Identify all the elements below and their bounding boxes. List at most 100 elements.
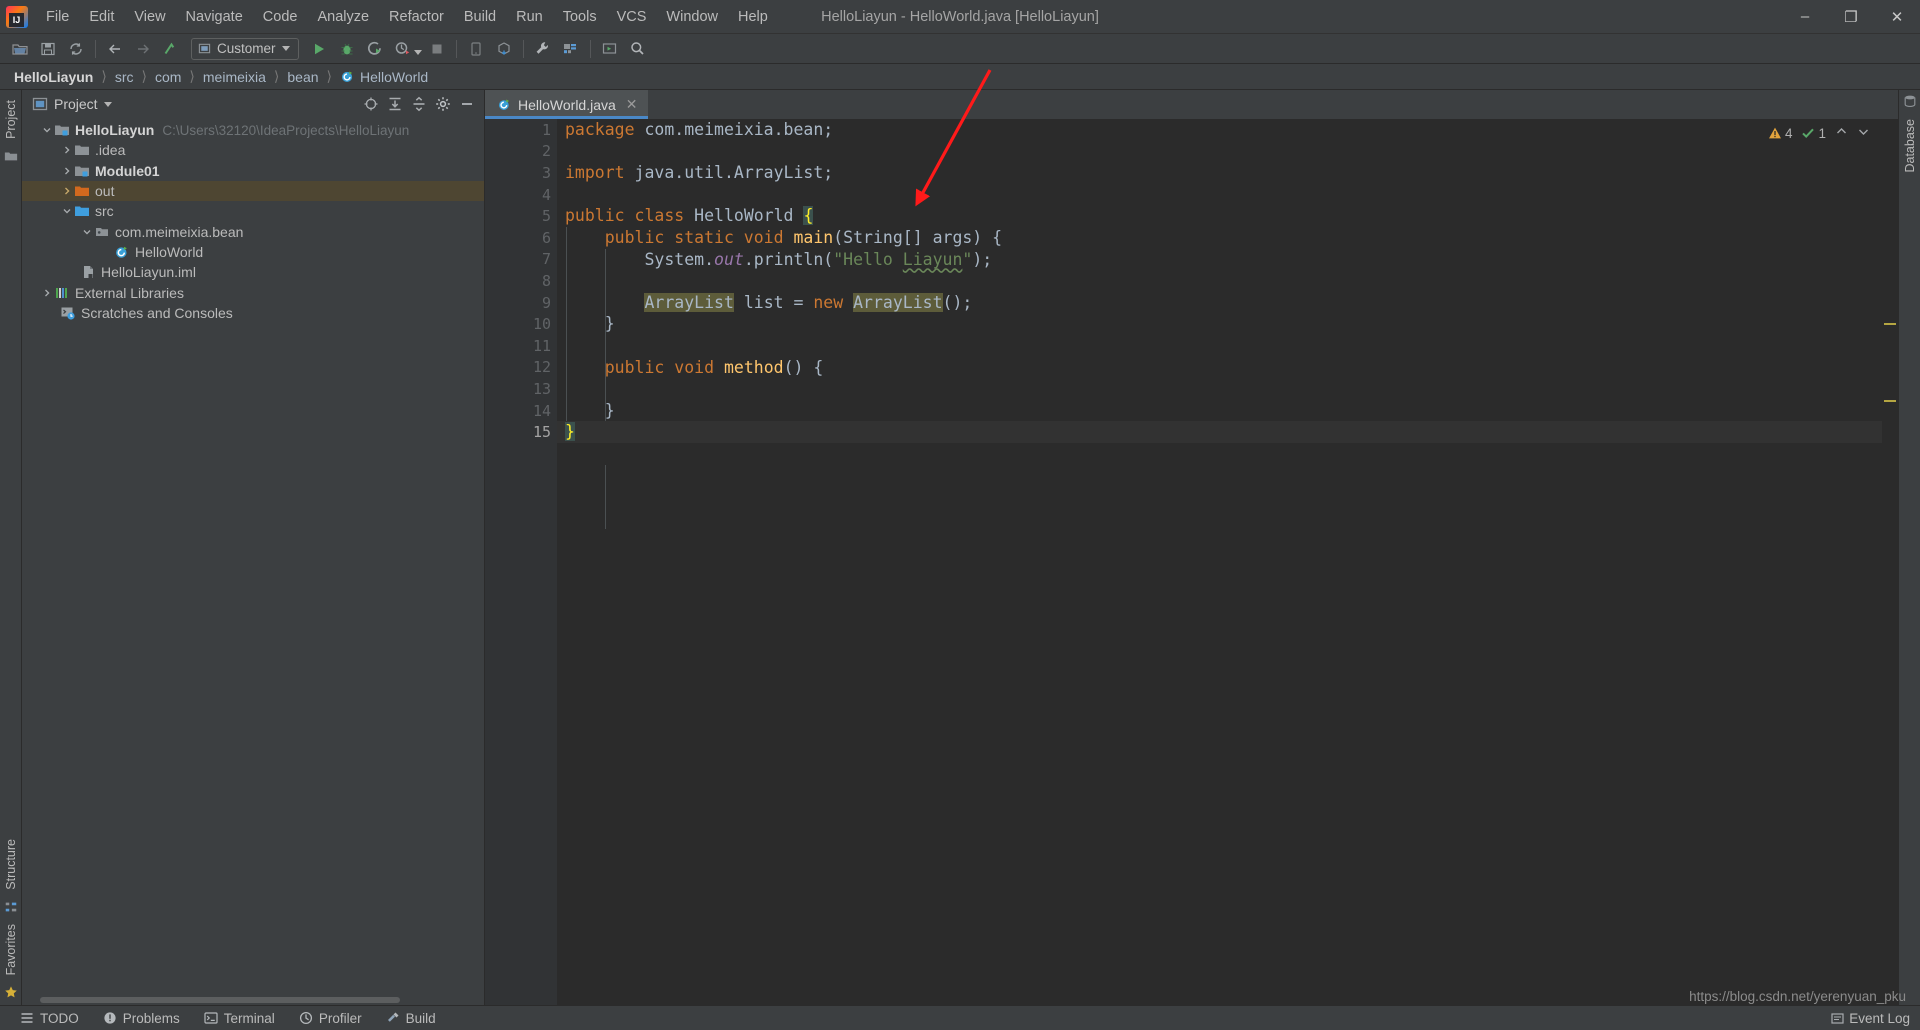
- inspection-next-icon[interactable]: [1857, 125, 1870, 141]
- editor-gutter[interactable]: 1 2 3 4 5 6 7 8 9 10 11 12 13 14 15: [485, 119, 598, 1005]
- run-button[interactable]: [307, 37, 331, 61]
- menu-build[interactable]: Build: [454, 4, 506, 30]
- warning-marker[interactable]: [1884, 323, 1896, 325]
- inspection-widget[interactable]: 4 1: [1768, 125, 1870, 141]
- project-panel-horizontal-scrollbar[interactable]: [40, 995, 482, 1004]
- select-opened-file-button[interactable]: [360, 93, 382, 115]
- menu-help[interactable]: Help: [728, 4, 778, 30]
- indent-guide-2: [605, 465, 606, 529]
- tree-row-scratches[interactable]: Scratches and Consoles: [22, 303, 484, 323]
- status-event-log[interactable]: Event Log: [1831, 1011, 1910, 1026]
- menu-analyze[interactable]: Analyze: [307, 4, 379, 30]
- search-everywhere-icon[interactable]: [626, 37, 650, 61]
- gutter-line: 3: [541, 163, 551, 182]
- back-icon[interactable]: [103, 37, 127, 61]
- tree-row-out[interactable]: out: [22, 180, 484, 202]
- tree-row-src[interactable]: src: [22, 201, 484, 221]
- rail-tab-project[interactable]: Project: [4, 94, 18, 145]
- chevron-right-icon[interactable]: [60, 145, 74, 155]
- status-bar-right: Event Log: [1831, 1011, 1920, 1026]
- sync-icon[interactable]: [64, 37, 88, 61]
- rail-tab-database[interactable]: Database: [1903, 113, 1917, 179]
- minimize-button[interactable]: –: [1782, 0, 1828, 34]
- project-panel-chevron-down-icon[interactable]: [103, 101, 112, 107]
- status-problems[interactable]: Problems: [91, 1006, 192, 1030]
- tree-row-module01[interactable]: Module01: [22, 161, 484, 181]
- editor-tab-helloworld[interactable]: HelloWorld.java ✕: [485, 90, 648, 119]
- status-terminal[interactable]: Terminal: [192, 1006, 287, 1030]
- open-project-icon[interactable]: [8, 37, 32, 61]
- expand-all-button[interactable]: [384, 93, 406, 115]
- device-manager-icon[interactable]: [464, 37, 488, 61]
- breadcrumb-item-bean[interactable]: bean: [283, 68, 322, 86]
- editor-marker-bar[interactable]: [1882, 119, 1898, 1005]
- tree-label-helloworld-class: HelloWorld: [135, 243, 204, 260]
- inspection-prev-icon[interactable]: [1835, 125, 1848, 141]
- gutter-line-number: 5: [541, 207, 551, 226]
- code-line-3: import java.util.ArrayList;: [557, 162, 1882, 184]
- rail-tab-favorites[interactable]: Favorites: [4, 918, 18, 981]
- hide-panel-button[interactable]: [456, 93, 478, 115]
- menu-run[interactable]: Run: [506, 4, 553, 30]
- menu-refactor[interactable]: Refactor: [379, 4, 454, 30]
- breadcrumb-item-src[interactable]: src: [111, 68, 138, 86]
- chevron-right-icon[interactable]: [60, 186, 74, 196]
- chevron-down-icon[interactable]: [80, 227, 94, 237]
- status-build[interactable]: Build: [374, 1006, 448, 1030]
- chevron-right-icon[interactable]: [60, 166, 74, 176]
- menu-code[interactable]: Code: [253, 4, 308, 30]
- iml-file-icon: [80, 264, 96, 280]
- menu-navigate[interactable]: Navigate: [176, 4, 253, 30]
- status-profiler[interactable]: Profiler: [287, 1006, 374, 1030]
- rail-tab-structure[interactable]: Structure: [4, 833, 18, 896]
- collapse-all-button[interactable]: [408, 93, 430, 115]
- panel-settings-gear-icon[interactable]: [432, 93, 454, 115]
- breadcrumb-item-meimeixia[interactable]: meimeixia: [199, 68, 270, 86]
- code-line-15: }: [557, 421, 1882, 443]
- code-line-7: System.out.println("Hello Liayun");: [557, 249, 1882, 271]
- tree-row-package[interactable]: com.meimeixia.bean: [22, 221, 484, 241]
- settings-wrench-icon[interactable]: [531, 37, 555, 61]
- tree-row-helloworld-class[interactable]: HelloWorld: [22, 242, 484, 262]
- status-todo[interactable]: TODO: [8, 1006, 91, 1030]
- chevron-down-icon[interactable]: [60, 206, 74, 216]
- gutter-line-number: 14: [532, 401, 551, 420]
- chevron-down-icon[interactable]: [40, 125, 54, 135]
- menu-file[interactable]: File: [36, 4, 79, 30]
- select-opened-file-icon[interactable]: [598, 37, 622, 61]
- tree-row-iml-file[interactable]: HelloLiayun.iml: [22, 262, 484, 282]
- status-todo-label: TODO: [40, 1010, 79, 1026]
- debug-button[interactable]: [335, 37, 359, 61]
- chevron-right-icon[interactable]: [40, 288, 54, 298]
- menu-view[interactable]: View: [124, 4, 175, 30]
- sdk-manager-icon[interactable]: [492, 37, 516, 61]
- project-structure-icon[interactable]: [559, 37, 583, 61]
- maximize-button[interactable]: ❐: [1828, 0, 1874, 34]
- code-text-area[interactable]: package com.meimeixia.bean; import java.…: [557, 119, 1882, 1005]
- tree-row-idea[interactable]: .idea: [22, 140, 484, 160]
- breadcrumb-item-com[interactable]: com: [151, 68, 185, 86]
- close-icon[interactable]: ✕: [626, 96, 638, 113]
- right-tool-rail: Database: [1898, 90, 1920, 1005]
- breadcrumb-item-class[interactable]: HelloWorld: [336, 68, 432, 86]
- menu-tools[interactable]: Tools: [553, 4, 607, 30]
- inspection-warnings[interactable]: 4: [1768, 126, 1792, 141]
- save-all-icon[interactable]: [36, 37, 60, 61]
- scratches-icon: [60, 305, 76, 321]
- profile-button[interactable]: [391, 37, 422, 61]
- compile-icon[interactable]: [159, 37, 183, 61]
- inspection-ok[interactable]: 1: [1801, 126, 1826, 141]
- run-configuration-selector[interactable]: Customer: [191, 37, 299, 60]
- tree-row-external-libraries[interactable]: External Libraries: [22, 282, 484, 302]
- menu-window[interactable]: Window: [656, 4, 728, 30]
- tree-label-project-root: HelloLiayun: [75, 122, 155, 139]
- warning-marker[interactable]: [1884, 400, 1896, 402]
- tree-row-project-root[interactable]: HelloLiayun C:\Users\32120\IdeaProjects\…: [22, 120, 484, 140]
- run-with-coverage-button[interactable]: [363, 37, 387, 61]
- breadcrumb-item-project[interactable]: HelloLiayun: [10, 68, 97, 86]
- stop-button[interactable]: [425, 37, 449, 61]
- menu-vcs[interactable]: VCS: [607, 4, 657, 30]
- close-button[interactable]: ✕: [1874, 0, 1920, 34]
- menu-edit[interactable]: Edit: [79, 4, 124, 30]
- forward-icon[interactable]: [131, 37, 155, 61]
